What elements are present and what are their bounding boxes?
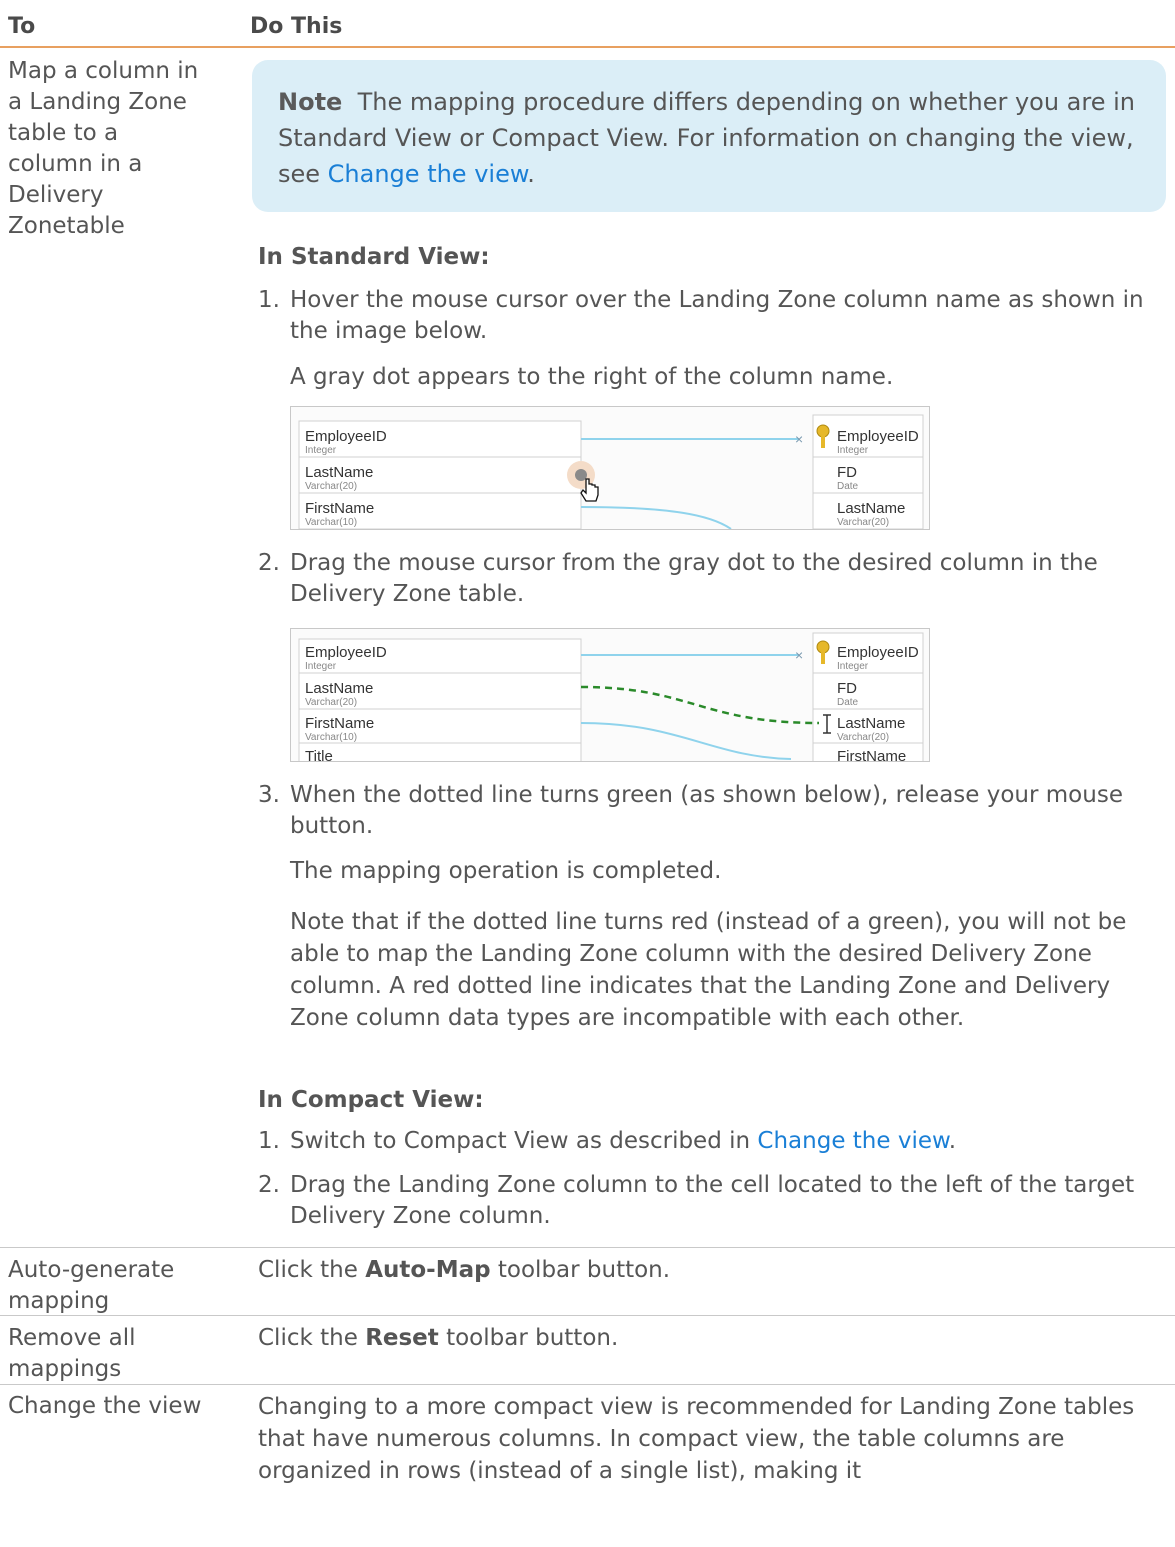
right-col-type: Date bbox=[837, 697, 859, 708]
step-end: . bbox=[948, 1128, 956, 1154]
step-text: Hover the mouse cursor over the Landing … bbox=[290, 287, 1144, 344]
remove-mapping-icon: × bbox=[795, 431, 803, 447]
step-number: 1. bbox=[258, 1128, 280, 1154]
right-table: EmployeeID Integer FD Date LastName Varc… bbox=[812, 414, 924, 529]
row4-to: Change the view bbox=[8, 1393, 202, 1419]
left-col-name: LastName bbox=[305, 680, 373, 697]
left-table: EmployeeID Integer LastName Varchar(20) … bbox=[298, 420, 582, 529]
table-header: To Do This bbox=[0, 0, 1175, 48]
step-number: 1. bbox=[258, 287, 280, 313]
mapping-screenshot-hover: EmployeeID Integer LastName Varchar(20) … bbox=[290, 406, 930, 530]
compact-step-2: 2. Drag the Landing Zone column to the c… bbox=[258, 1170, 1170, 1232]
left-col-type: Varchar(20) bbox=[305, 481, 357, 492]
row-divider bbox=[0, 1247, 1175, 1248]
left-col-name: EmployeeID bbox=[305, 428, 387, 445]
left-col-type: Integer bbox=[305, 445, 337, 456]
right-col-name: EmployeeID bbox=[837, 644, 919, 661]
row3-text: Click the bbox=[258, 1325, 366, 1351]
right-col-name: LastName bbox=[837, 500, 905, 517]
row3-to: Remove all mappings bbox=[8, 1325, 136, 1382]
step-number: 3. bbox=[258, 782, 280, 808]
note-end: . bbox=[527, 160, 535, 188]
step-text: Drag the Landing Zone column to the cell… bbox=[290, 1172, 1135, 1229]
standard-step-1: 1. Hover the mouse cursor over the Landi… bbox=[258, 285, 1170, 347]
row3-text-end: toolbar button. bbox=[438, 1325, 619, 1351]
step3-note: Note that if the dotted line turns red (… bbox=[290, 909, 1127, 1031]
right-col-name: FD bbox=[837, 680, 857, 697]
step3-result: The mapping operation is completed. bbox=[290, 858, 722, 884]
row4-do: Changing to a more compact view is recom… bbox=[258, 1394, 1135, 1484]
compact-step-1: 1. Switch to Compact View as described i… bbox=[258, 1126, 1170, 1157]
note-link-change-view[interactable]: Change the view bbox=[328, 160, 528, 188]
right-col-name: FD bbox=[837, 464, 857, 481]
standard-step-3: 3. When the dotted line turns green (as … bbox=[258, 780, 1170, 842]
row-divider bbox=[0, 1315, 1175, 1316]
right-col-type: Integer bbox=[837, 661, 869, 672]
left-col-name: Title bbox=[305, 748, 333, 761]
left-col-name: FirstName bbox=[305, 500, 374, 517]
step-number: 2. bbox=[258, 550, 280, 576]
reset-label: Reset bbox=[365, 1325, 439, 1351]
left-col-type: Varchar(10) bbox=[305, 732, 357, 743]
standard-step-2: 2. Drag the mouse cursor from the gray d… bbox=[258, 548, 1170, 610]
row1-to: Map a column in a Landing Zone table to … bbox=[8, 58, 199, 239]
compact-view-heading: In Compact View: bbox=[258, 1087, 484, 1113]
mapping-screenshot-drag: EmployeeID Integer LastName Varchar(20) … bbox=[290, 628, 930, 762]
step-text: Switch to Compact View as described in bbox=[290, 1128, 758, 1154]
right-col-type: Varchar(20) bbox=[837, 732, 889, 743]
right-col-name: LastName bbox=[837, 715, 905, 732]
right-col-type: Date bbox=[837, 481, 859, 492]
row2-text: Click the bbox=[258, 1257, 366, 1283]
step1-result: A gray dot appears to the right of the c… bbox=[290, 364, 894, 390]
right-col-type: Varchar(20) bbox=[837, 517, 889, 528]
step-text: Drag the mouse cursor from the gray dot … bbox=[290, 550, 1098, 607]
row2-to: Auto-generate mapping bbox=[8, 1257, 175, 1314]
link-change-view[interactable]: Change the view bbox=[757, 1128, 948, 1154]
step-number: 2. bbox=[258, 1172, 280, 1198]
left-col-type: Varchar(10) bbox=[305, 517, 357, 528]
note-label: Note bbox=[278, 88, 343, 116]
header-to: To bbox=[8, 14, 36, 39]
standard-view-heading: In Standard View: bbox=[258, 244, 490, 270]
doc-page: To Do This Map a column in a Landing Zon… bbox=[0, 0, 1175, 1547]
step-text: When the dotted line turns green (as sho… bbox=[290, 782, 1123, 839]
right-table: EmployeeID Integer FD Date LastName Varc… bbox=[812, 632, 924, 761]
right-col-name: FirstName bbox=[837, 748, 906, 761]
left-col-name: FirstName bbox=[305, 715, 374, 732]
header-do-this: Do This bbox=[250, 14, 343, 39]
row3-do: Click the Reset toolbar button. bbox=[258, 1323, 1173, 1354]
right-col-type: Integer bbox=[837, 445, 869, 456]
left-col-type: Integer bbox=[305, 661, 337, 672]
left-col-type: Varchar(20) bbox=[305, 697, 357, 708]
row2-do: Click the Auto-Map toolbar button. bbox=[258, 1255, 1173, 1286]
left-col-name: EmployeeID bbox=[305, 644, 387, 661]
row2-text-end: toolbar button. bbox=[490, 1257, 671, 1283]
remove-mapping-icon: × bbox=[795, 647, 803, 663]
left-col-name: LastName bbox=[305, 464, 373, 481]
auto-map-label: Auto-Map bbox=[365, 1257, 491, 1283]
note-box: Note The mapping procedure differs depen… bbox=[252, 60, 1166, 212]
left-table: EmployeeID Integer LastName Varchar(20) … bbox=[298, 638, 582, 761]
right-col-name: EmployeeID bbox=[837, 428, 919, 445]
row-divider bbox=[0, 1384, 1175, 1385]
